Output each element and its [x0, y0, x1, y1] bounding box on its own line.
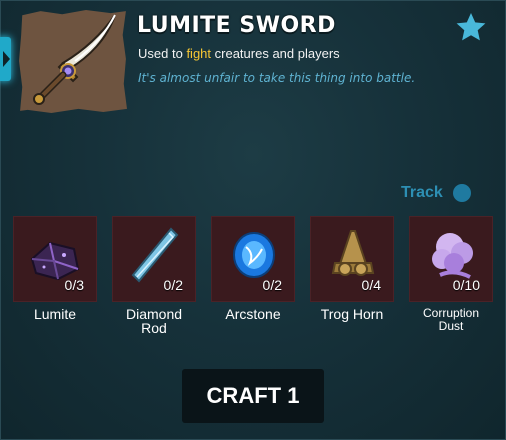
usage-prefix: Used to: [138, 46, 183, 61]
usage-highlight: fight: [186, 46, 212, 61]
material-name-trog-horn: Trog Horn: [302, 307, 402, 321]
material-name-line: Trog Horn: [320, 306, 384, 322]
material-name-line: Lumite: [33, 306, 77, 322]
item-usage: Used to fight creatures and players: [138, 46, 340, 61]
material-name-corruption-dust: Corruption Dust: [401, 307, 501, 333]
material-name-line: Dust: [438, 319, 464, 333]
material-name-line: Arcstone: [225, 306, 281, 322]
lumite-sword-icon: [33, 14, 116, 105]
item-portrait: [19, 10, 127, 113]
material-name-line: Rod: [141, 320, 167, 336]
crafting-panel: LUMITE SWORD Used to fight creatures and…: [0, 0, 506, 440]
material-name-diamond-rod: Diamond Rod: [104, 307, 204, 335]
material-count: 0/2: [262, 277, 282, 293]
material-slot-trog-horn[interactable]: 0/4: [310, 216, 394, 302]
track-label: Track: [401, 184, 443, 201]
item-title: LUMITE SWORD: [137, 13, 336, 38]
craft-button[interactable]: CRAFT 1: [182, 369, 324, 423]
collapse-tab-arrow-icon[interactable]: [0, 37, 11, 81]
material-slot-corruption-dust[interactable]: 0/10: [409, 216, 493, 302]
material-name-arcstone: Arcstone: [203, 307, 303, 321]
material-count: 0/2: [163, 277, 183, 293]
material-name-lumite: Lumite: [5, 307, 105, 321]
usage-suffix: creatures and players: [214, 46, 340, 61]
material-count: 0/10: [452, 277, 480, 293]
material-name-line: Diamond: [125, 306, 183, 322]
material-slot-diamond-rod[interactable]: 0/2: [112, 216, 196, 302]
item-flavor-text: It's almost unfair to take this thing in…: [138, 71, 416, 85]
material-slot-lumite[interactable]: 0/3: [13, 216, 97, 302]
track-toggle[interactable]: [452, 184, 471, 202]
material-count: 0/3: [64, 277, 84, 293]
favorite-star-icon[interactable]: [455, 11, 487, 43]
track-control[interactable]: Track: [401, 182, 483, 204]
material-slot-arcstone[interactable]: 0/2: [211, 216, 295, 302]
material-count: 0/4: [361, 277, 381, 293]
